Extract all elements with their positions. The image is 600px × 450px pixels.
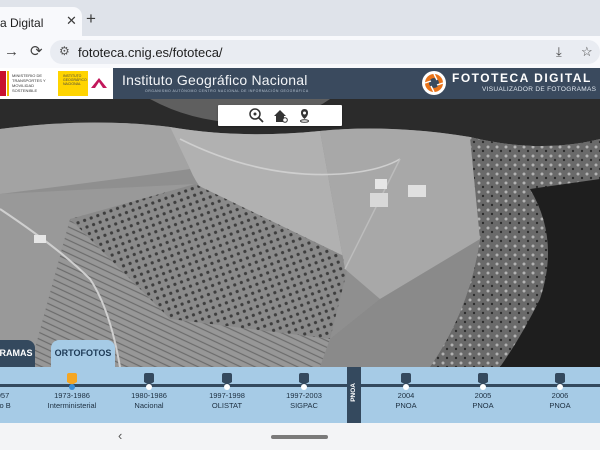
system-back-icon[interactable]: ‹ (118, 428, 122, 443)
timeline-dot (403, 384, 409, 390)
timeline-label: SIGPAC (290, 401, 318, 410)
browser-tab-bar: a Digital ✕ + (0, 0, 600, 36)
ministry-name: MINISTERIO DE TRANSPORTES Y MOVILIDAD SO… (12, 73, 46, 93)
timeline-label: OLISTAT (211, 401, 243, 410)
pin-location-icon[interactable] (296, 107, 313, 124)
timeline-item[interactable]: 2006 PNOA (530, 371, 590, 419)
timeline-dot (69, 384, 75, 390)
home-gesture-pill[interactable] (271, 435, 328, 439)
timeline-label: Interministerial (47, 401, 97, 410)
timeline-dot (301, 384, 307, 390)
timeline-dot (146, 384, 152, 390)
timeline-label: PNOA (549, 401, 571, 410)
timeline-label: PNOA (395, 401, 417, 410)
ign-title[interactable]: Instituto Geográfico Nacional (122, 72, 308, 88)
tab-fotogramas[interactable]: GRAMAS (0, 340, 35, 367)
close-tab-icon[interactable]: ✕ (66, 13, 77, 29)
timeline-dot (224, 384, 230, 390)
aerial-photo-map[interactable] (0, 99, 600, 367)
timeline-marker-icon (67, 373, 77, 385)
timeline-years: 2004 (397, 391, 415, 400)
zoom-location-icon[interactable] (248, 107, 265, 124)
timeline-years: 1980-1986 (131, 391, 167, 400)
timeline-item[interactable]: 957 no B (0, 371, 33, 419)
ign-subtitle: ORGANISMO AUTÓNOMO CENTRO NACIONAL DE IN… (145, 89, 309, 93)
browser-toolbar: → ⟳ ⚙ fototeca.cnig.es/fototeca/ ⤓ ☆ (0, 36, 600, 68)
timeline-label: no B (0, 401, 11, 410)
government-logo[interactable]: MINISTERIO DE TRANSPORTES Y MOVILIDAD SO… (0, 68, 113, 99)
browser-tab[interactable]: a Digital ✕ (0, 7, 82, 36)
timeline-years: 1973-1986 (54, 391, 90, 400)
url-text[interactable]: fototeca.cnig.es/fototeca/ (78, 45, 223, 60)
timeline-item[interactable]: 1997-1998 OLISTAT (197, 371, 257, 419)
timeline-marker-icon (299, 373, 309, 385)
map-toolbar (218, 105, 342, 126)
back-arrow-icon[interactable]: → (4, 43, 19, 61)
system-nav-bar: ‹ (0, 423, 600, 450)
address-bar[interactable]: ⚙ fototeca.cnig.es/fototeca/ ⤓ ☆ (50, 40, 600, 64)
tab-ortofotos[interactable]: ORTOFOTOS (51, 340, 115, 367)
timeline-item[interactable]: 2005 PNOA (453, 371, 513, 419)
timeline-marker-icon (222, 373, 232, 385)
camera-aperture-icon (422, 71, 446, 95)
timeline-item[interactable]: 2004 PNOA (376, 371, 436, 419)
site-header: MINISTERIO DE TRANSPORTES Y MOVILIDAD SO… (0, 68, 600, 99)
timeline-marker-icon (401, 373, 411, 385)
timeline-years: 957 (0, 391, 10, 400)
timeline-item[interactable]: 1973-1986 Interministerial (42, 371, 102, 419)
timeline-tabs: GRAMAS ORTOFOTOS (0, 340, 600, 367)
bookmark-star-icon[interactable]: ☆ (581, 43, 593, 61)
tab-title: a Digital (0, 16, 44, 30)
ign-agency-name: INSTITUTO GEOGRÁFICO NACIONAL (63, 74, 87, 86)
home-location-icon[interactable] (272, 107, 289, 124)
reload-icon[interactable]: ⟳ (30, 43, 43, 61)
install-app-icon[interactable]: ⤓ (556, 43, 562, 61)
app-title: FOTOTECA DIGITAL (452, 71, 592, 85)
flight-timeline: 957 no B 1973-1986 Interministerial 1980… (0, 367, 600, 423)
new-tab-icon[interactable]: + (86, 10, 96, 27)
site-settings-icon[interactable]: ⚙ (59, 44, 70, 58)
timeline-years: 1997-1998 (209, 391, 245, 400)
timeline-dot (557, 384, 563, 390)
timeline-marker-icon (144, 373, 154, 385)
timeline-dot (480, 384, 486, 390)
timeline-label: Nacional (134, 401, 164, 410)
timeline-years: 1997-2003 (286, 391, 322, 400)
spain-flag-bar-yellow (7, 71, 9, 96)
app-subtitle: VISUALIZADOR DE FOTOGRAMAS (482, 86, 597, 93)
cnig-logo-icon (91, 78, 107, 88)
timeline-marker-icon (555, 373, 565, 385)
timeline-item[interactable]: 1980-1986 Nacional (119, 371, 179, 419)
timeline-label: PNOA (472, 401, 494, 410)
spain-flag-bar (0, 71, 6, 96)
aerial-photo-image (0, 99, 600, 367)
pnoa-separator-label: PNOA (350, 383, 357, 402)
timeline-years: 2006 (551, 391, 569, 400)
timeline-years: 2005 (474, 391, 492, 400)
timeline-marker-icon (478, 373, 488, 385)
timeline-item[interactable]: 1997-2003 SIGPAC (274, 371, 334, 419)
